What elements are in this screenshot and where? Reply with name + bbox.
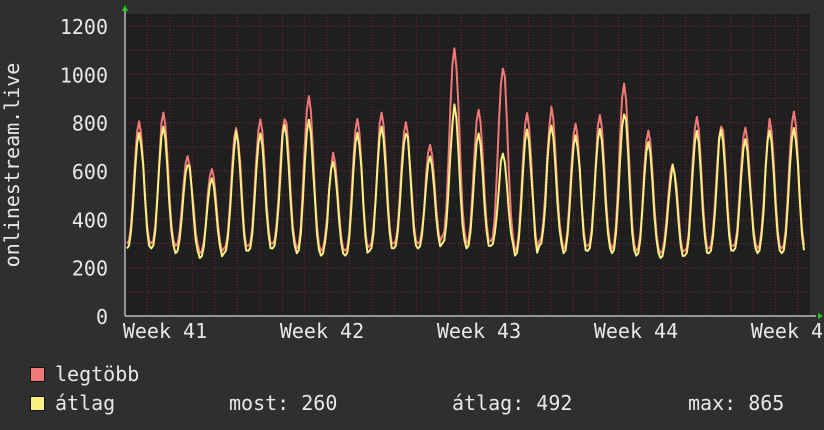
stat-now-value: 260 xyxy=(301,391,338,415)
y-tick-label: 1200 xyxy=(60,15,108,39)
stat-now: most: 260 xyxy=(229,391,337,415)
legend-label-avg: átlag xyxy=(55,391,116,415)
stat-avg: átlag: 492 xyxy=(452,391,572,415)
y-tick-label: 800 xyxy=(72,112,108,136)
y-axis-arrow xyxy=(122,5,128,11)
x-tick-label: Week 42 xyxy=(280,319,364,343)
stat-avg-label: átlag: xyxy=(452,391,525,415)
plot-area xyxy=(125,14,810,316)
stat-max: max: 865 xyxy=(688,391,784,415)
x-tick-label: Week 45 xyxy=(751,319,824,343)
stat-now-label: most: xyxy=(229,391,290,415)
y-axis-label: onlinestream.live xyxy=(0,63,24,268)
y-tick-label: 200 xyxy=(72,257,108,281)
legend-swatch-avg xyxy=(30,396,45,411)
stat-avg-value: 492 xyxy=(536,391,573,415)
x-tick-label: Week 43 xyxy=(437,319,521,343)
stat-max-value: 865 xyxy=(748,391,785,415)
y-tick-label: 1000 xyxy=(60,63,108,87)
legend-label-max: legtöbb xyxy=(55,362,140,386)
legend-item-avg: átlag xyxy=(30,393,115,413)
x-tick-label: Week 44 xyxy=(594,319,678,343)
x-tick-label: Week 41 xyxy=(123,319,207,343)
y-tick-label: 0 xyxy=(96,305,108,329)
stat-max-label: max: xyxy=(688,391,737,415)
legend-item-max: legtöbb xyxy=(30,364,139,384)
legend-swatch-max xyxy=(30,367,45,382)
y-tick-label: 400 xyxy=(72,208,108,232)
y-tick-label: 600 xyxy=(72,160,108,184)
